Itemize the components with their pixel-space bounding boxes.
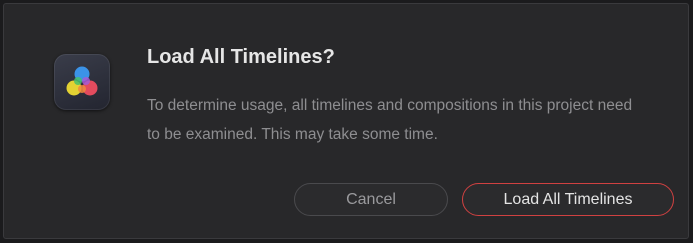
dialog-title: Load All Timelines? bbox=[147, 46, 335, 68]
dialog-message: To determine usage, all timelines and co… bbox=[147, 97, 633, 143]
load-all-timelines-button[interactable]: Load All Timelines bbox=[462, 183, 674, 216]
cancel-button[interactable]: Cancel bbox=[294, 183, 448, 216]
load-timelines-dialog: Load All Timelines? To determine usage, … bbox=[3, 3, 689, 239]
davinci-resolve-icon bbox=[54, 54, 110, 110]
